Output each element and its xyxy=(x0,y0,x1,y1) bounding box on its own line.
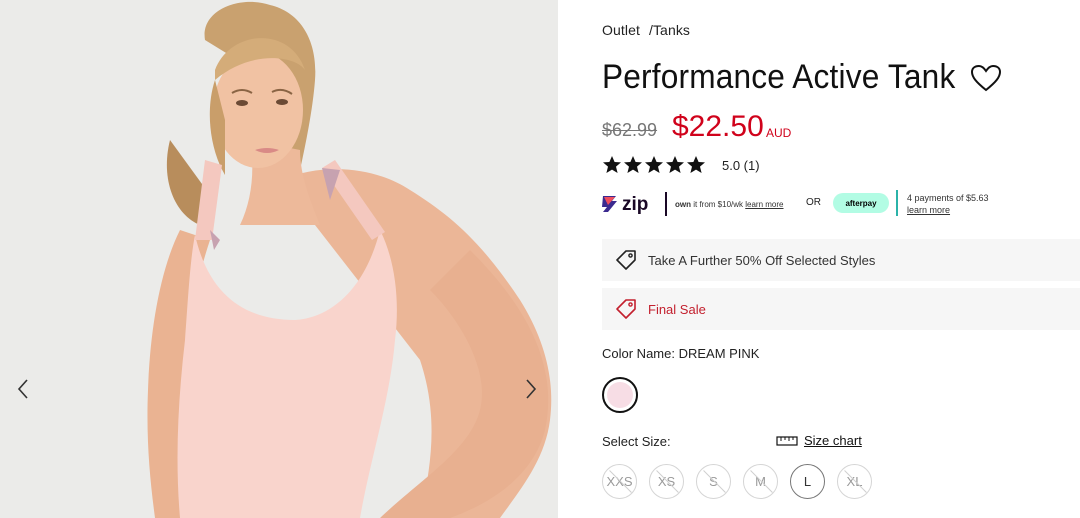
rating-stars xyxy=(602,155,706,175)
color-name-label: Color Name: DREAM PINK xyxy=(602,346,760,361)
star-icon xyxy=(624,156,642,173)
wishlist-button[interactable] xyxy=(970,64,1002,92)
afterpay-learn-more-link[interactable]: learn more xyxy=(907,205,950,215)
gallery-next-button[interactable] xyxy=(518,376,542,402)
heart-icon xyxy=(970,64,1002,92)
size-option-label: L xyxy=(803,474,812,489)
promo-banner-discount: Take A Further 50% Off Selected Styles xyxy=(602,239,1080,281)
product-title: Performance Active Tank xyxy=(602,58,956,96)
payment-or-label: OR xyxy=(806,197,821,208)
size-chart-link[interactable]: Size chart xyxy=(776,433,862,448)
afterpay-logo[interactable]: afterpay xyxy=(833,193,889,213)
size-option-xs[interactable]: XS xyxy=(649,464,684,499)
product-photo xyxy=(0,0,558,518)
star-icon xyxy=(645,156,663,173)
size-option-xl[interactable]: XL xyxy=(837,464,872,499)
zip-text-bold: own xyxy=(675,200,691,209)
ruler-icon xyxy=(776,435,798,446)
star-icon xyxy=(603,156,621,173)
product-rating[interactable]: 5.0 (1) xyxy=(602,153,760,177)
size-option-m[interactable]: M xyxy=(743,464,778,499)
size-option-l[interactable]: L xyxy=(790,464,825,499)
promo-final-sale-text: Final Sale xyxy=(648,301,706,317)
chevron-right-icon xyxy=(526,379,537,399)
zip-info: own it from $10/wk learn more xyxy=(675,200,784,209)
breadcrumb-outlet[interactable]: Outlet xyxy=(602,22,640,38)
afterpay-info: 4 payments of $5.63 learn more xyxy=(907,192,989,216)
afterpay-divider xyxy=(896,190,898,216)
star-icon xyxy=(666,156,684,173)
promo-banner-final-sale: Final Sale xyxy=(602,288,1080,330)
chevron-left-icon xyxy=(17,379,28,399)
svg-text:zip: zip xyxy=(622,194,648,215)
product-details: Outlet /Tanks Performance Active Tank $6… xyxy=(558,0,1080,518)
sale-price: $22.50 xyxy=(672,110,764,143)
original-price: $62.99 xyxy=(602,120,658,140)
breadcrumb: Outlet /Tanks xyxy=(602,22,690,38)
zip-learn-more-link[interactable]: learn more xyxy=(745,200,783,209)
currency-label: AUD xyxy=(766,126,792,140)
zip-divider xyxy=(665,192,667,216)
product-image-gallery xyxy=(0,0,558,518)
payment-options: zip own it from $10/wk learn more OR aft… xyxy=(602,188,1042,220)
size-chart-text: Size chart xyxy=(804,433,862,448)
star-icon xyxy=(687,156,705,173)
color-swatch-dream-pink[interactable] xyxy=(602,377,638,413)
gallery-prev-button[interactable] xyxy=(12,376,36,402)
zip-text: it from $10/wk xyxy=(691,200,746,209)
size-options: XXS XS S M L XL xyxy=(602,464,872,499)
size-option-s[interactable]: S xyxy=(696,464,731,499)
rating-summary: 5.0 (1) xyxy=(722,157,760,173)
tag-icon xyxy=(616,250,636,270)
select-size-label: Select Size: xyxy=(602,434,671,449)
promo-discount-text: Take A Further 50% Off Selected Styles xyxy=(648,252,876,268)
afterpay-installments: 4 payments of $5.63 xyxy=(907,193,989,203)
breadcrumb-tanks[interactable]: Tanks xyxy=(653,22,690,38)
zip-logo: zip xyxy=(602,194,648,215)
swatch-fill xyxy=(607,382,633,408)
tag-icon xyxy=(616,299,636,319)
size-option-xxs[interactable]: XXS xyxy=(602,464,637,499)
